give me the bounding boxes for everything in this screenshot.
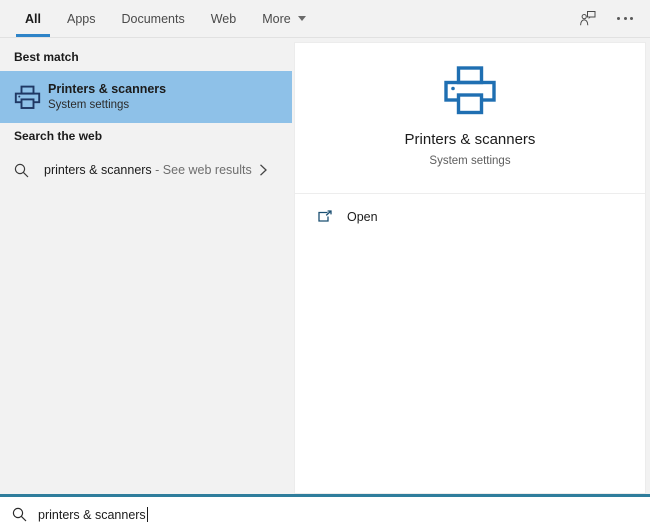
- result-item-title: Printers & scanners: [48, 82, 167, 96]
- ellipsis-dots: [617, 17, 633, 20]
- chevron-right-icon[interactable]: [258, 163, 282, 177]
- tab-more[interactable]: More: [249, 0, 318, 37]
- filter-tabs: All Apps Documents Web More: [0, 0, 319, 37]
- search-body: Best match Printers & scanners System se…: [0, 38, 650, 494]
- search-bar[interactable]: printers & scanners: [0, 494, 650, 532]
- preview-actions: Open: [295, 194, 645, 236]
- web-result-suffix: - See web results: [151, 163, 252, 177]
- preview-card: Printers & scanners System settings Open: [294, 42, 646, 494]
- open-external-icon: [317, 209, 347, 225]
- best-match-section-label: Best match: [14, 50, 79, 64]
- web-result-item[interactable]: printers & scanners - See web results: [0, 150, 292, 190]
- tab-apps[interactable]: Apps: [54, 0, 109, 37]
- tab-documents-label: Documents: [121, 11, 185, 26]
- tab-all-label: All: [25, 11, 41, 26]
- result-item-text: Printers & scanners System settings: [48, 82, 166, 112]
- search-input-value: printers & scanners: [38, 507, 146, 522]
- result-item-printers-and-scanners[interactable]: Printers & scanners System settings: [0, 71, 292, 123]
- tab-apps-label: Apps: [66, 11, 96, 26]
- tab-web[interactable]: Web: [198, 0, 249, 37]
- feedback-person-icon[interactable]: [576, 8, 598, 30]
- preview-hero: Printers & scanners System settings: [295, 43, 645, 194]
- web-result-label: printers & scanners - See web results: [44, 163, 252, 177]
- search-the-web-section-label: Search the web: [14, 129, 103, 143]
- tab-documents[interactable]: Documents: [108, 0, 197, 37]
- tab-more-label: More: [262, 11, 291, 26]
- results-pane: Best match Printers & scanners System se…: [0, 38, 292, 494]
- action-open-label: Open: [347, 210, 378, 224]
- printer-icon: [14, 85, 48, 110]
- chevron-down-icon: [297, 16, 306, 21]
- action-open[interactable]: Open: [295, 198, 645, 236]
- text-caret: [146, 507, 148, 522]
- preview-pane: Printers & scanners System settings Open: [292, 38, 650, 494]
- tab-all[interactable]: All: [12, 0, 54, 37]
- windows-search-panel: All Apps Documents Web More Best match P…: [0, 0, 650, 532]
- search-input[interactable]: printers & scanners: [38, 507, 148, 522]
- ellipsis-icon[interactable]: [614, 8, 636, 30]
- tab-active-indicator: [16, 34, 50, 37]
- preview-title: Printers & scanners: [404, 131, 536, 148]
- search-icon: [12, 507, 38, 522]
- header-actions: [576, 8, 650, 30]
- tab-web-label: Web: [210, 11, 237, 26]
- search-filter-header: All Apps Documents Web More: [0, 0, 650, 38]
- result-item-subtitle: System settings: [48, 98, 130, 111]
- search-icon: [14, 163, 44, 178]
- preview-subtitle: System settings: [429, 155, 511, 167]
- web-result-query: printers & scanners: [44, 163, 152, 177]
- printer-icon: [442, 65, 498, 117]
